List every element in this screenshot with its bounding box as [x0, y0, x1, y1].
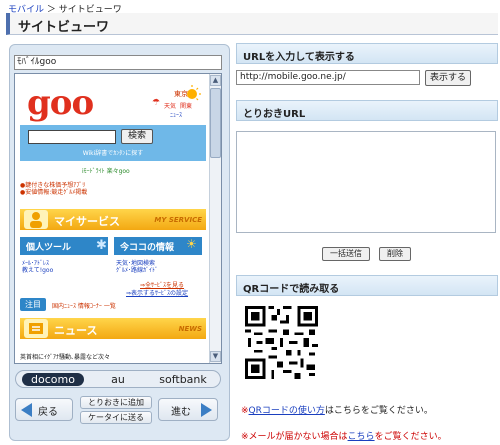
send-all-button[interactable]: 一括送信 [322, 247, 370, 261]
qr-note-prefix: ※ [241, 406, 249, 416]
scroll-down-icon[interactable]: ▼ [210, 351, 221, 362]
service-settings-link[interactable]: ⇒表示するｻｰﾋﾞｽの設定 [126, 288, 188, 297]
add-saved-button[interactable]: とりおきに追加 [80, 396, 152, 409]
goo-logo[interactable]: goo [27, 83, 94, 123]
url-section-heading: URLを入力して表示する [236, 43, 498, 64]
goo-search-hint: Wiki辞書でｶﾝﾀﾝに探す [82, 150, 144, 157]
mail-warning-prefix: ※メールが届かない場合は [241, 432, 348, 442]
arrow-right-icon [201, 403, 212, 417]
my-service-sub: MY SERVICE [154, 216, 202, 224]
goo-search-input[interactable] [28, 130, 116, 144]
weather-region: 東京 [174, 89, 188, 98]
sun-icon [187, 89, 197, 99]
tile-personal-tools-label: 個人ツール [26, 243, 72, 253]
tile-personal-tools[interactable]: 個人ツール ✱ [20, 237, 108, 255]
saved-url-list[interactable] [236, 131, 496, 233]
notice-tag: 注目 [20, 298, 46, 311]
mail-warning-suffix: をご覧ください。 [374, 432, 447, 442]
back-button[interactable]: 戻る [15, 398, 73, 421]
person-icon [24, 210, 48, 229]
news-icon [24, 319, 48, 338]
qr-section-heading: QRコードで読み取る [236, 275, 498, 296]
delete-button[interactable]: 削除 [379, 247, 411, 261]
link-left-2[interactable]: ●安値情報:競走ｸﾞﾙﾒ掲載 [20, 187, 87, 196]
my-service-bar[interactable]: マイサービス MY SERVICE [20, 209, 206, 230]
phone-address-bar: ﾓﾊﾞｲﾙgoo [14, 55, 222, 70]
umbrella-icon: ☂ [152, 98, 160, 108]
news-headline[interactable]: 英首相にｲｸﾞｱﾅ騒動､暴露など次々 [20, 352, 110, 361]
show-button[interactable]: 表示する [425, 70, 471, 86]
carrier-selector: docomo au softbank [15, 370, 221, 388]
tile-personal-line-2[interactable]: 教えて!goo [22, 265, 53, 274]
tile-local-info[interactable]: 今ココの情報 ☀ [114, 237, 202, 255]
person-icon: ✱ [96, 238, 107, 253]
carrier-softbank[interactable]: softbank [150, 373, 216, 386]
sun-icon: ☀ [186, 237, 197, 251]
news-bar[interactable]: ニュース NEWS [20, 318, 206, 339]
arrow-left-icon [21, 403, 32, 417]
my-service-title: マイサービス [54, 215, 120, 228]
qr-note-suffix: はこちらをご覧ください。 [324, 406, 433, 416]
notice-text[interactable]: 国内ﾆｭｰｽ 情報ｺｰﾅｰ 一覧 [52, 301, 116, 310]
mail-warning-link[interactable]: こちら [348, 432, 375, 442]
weather-sub3: ﾆｭｰｽ [170, 112, 182, 119]
news-title: ニュース [54, 324, 98, 337]
back-button-label: 戻る [38, 407, 58, 418]
mail-warning-note: ※メールが届かない場合はこちらをご覧ください。 [241, 429, 447, 442]
qr-usage-link[interactable]: QRコードの使い方 [249, 406, 325, 416]
scroll-up-icon[interactable]: ▲ [210, 75, 221, 86]
scroll-thumb[interactable] [210, 88, 221, 158]
qr-help-note: ※QRコードの使い方はこちらをご覧ください。 [241, 403, 433, 416]
url-input[interactable]: http://mobile.goo.ne.jp/ [236, 70, 420, 85]
promo-line[interactable]: iﾓｰﾄﾞﾗｲﾄ 楽々goo [82, 166, 130, 175]
carrier-docomo[interactable]: docomo [22, 373, 84, 386]
page-title: サイトビューワ [18, 20, 110, 35]
page-title-bar: サイトビューワ [6, 13, 498, 35]
forward-button-label: 進む [171, 407, 191, 418]
saved-section-heading: とりおきURL [236, 100, 498, 121]
tile-local-info-label: 今ココの情報 [120, 243, 175, 253]
goo-search-button[interactable]: 検索 [121, 129, 153, 144]
weather-sub1: 天気 [164, 102, 176, 110]
news-sub: NEWS [178, 325, 202, 333]
weather-widget[interactable]: 東京 ☂ 天気 関東 ﾆｭｰｽ [148, 85, 204, 123]
tile-local-line-2[interactable]: ｸﾞﾙﾒ･路線ｶﾞｲﾄﾞ [116, 265, 158, 274]
weather-sub2: 関東 [180, 102, 192, 110]
forward-button[interactable]: 進む [158, 398, 218, 421]
qr-code-image [245, 306, 318, 379]
carrier-au[interactable]: au [100, 373, 136, 386]
send-mobile-button[interactable]: ケータイに送る [80, 411, 152, 424]
